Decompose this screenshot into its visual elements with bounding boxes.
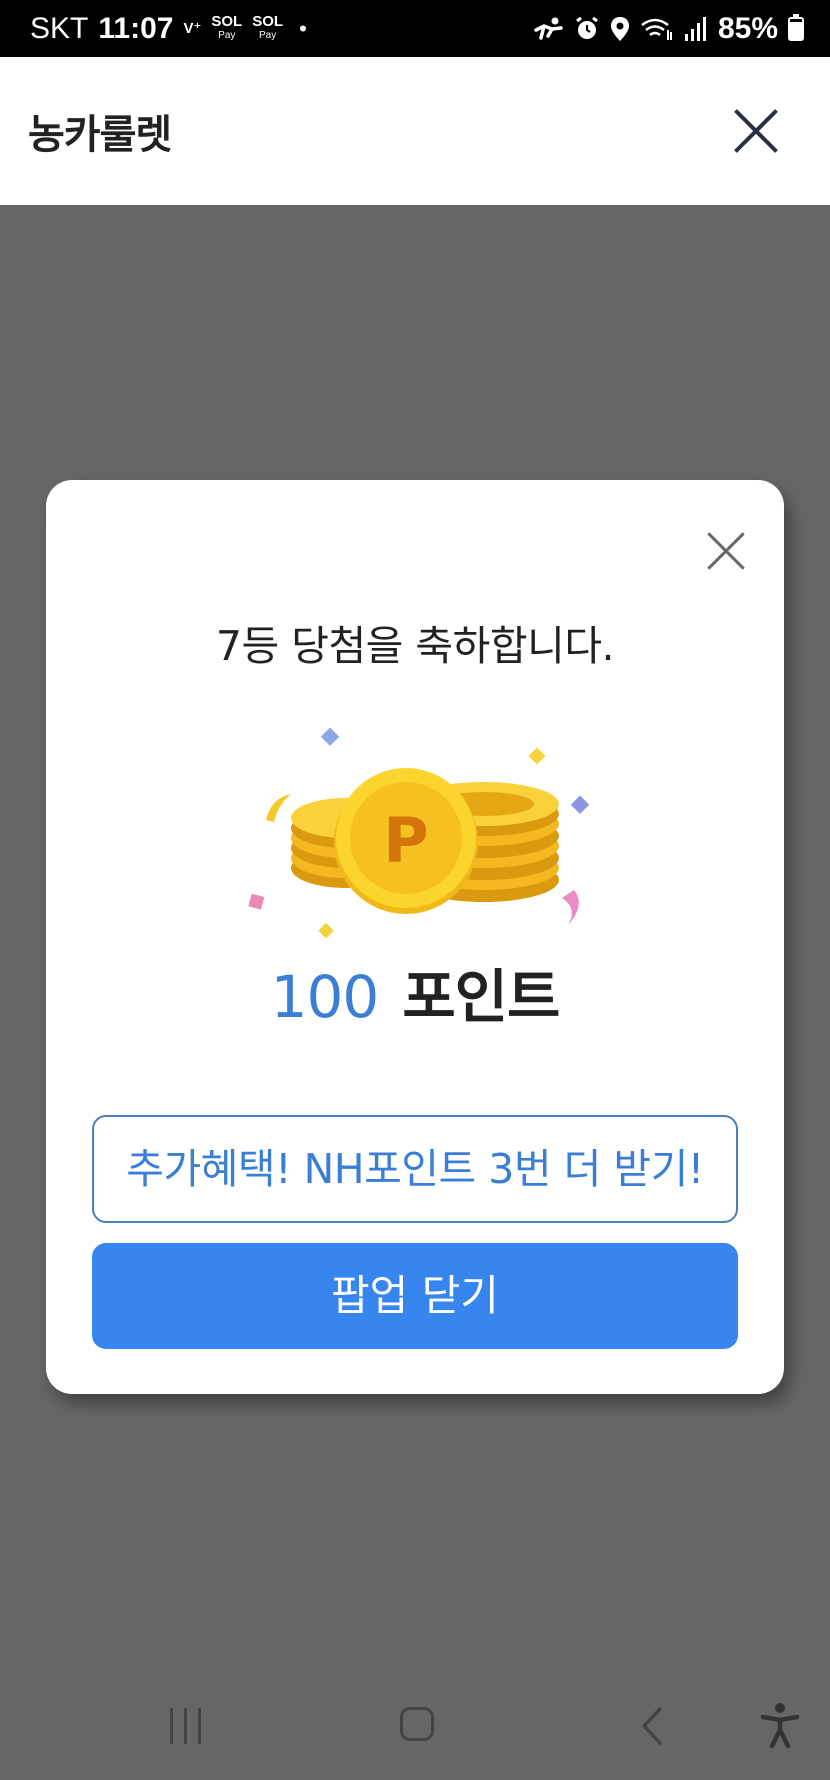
status-right: 85% (534, 12, 804, 46)
coin-front: P (334, 768, 478, 914)
clock: 11:07 (98, 11, 174, 45)
navigation-bar (0, 1680, 830, 1780)
back-icon[interactable] (636, 1706, 670, 1746)
confetti-yellow-arc (266, 794, 291, 822)
volte-icon: V⁺ (183, 19, 202, 37)
coin-letter: P (383, 804, 428, 877)
sol-pay-icon: SOL Pay (211, 12, 243, 43)
recents-bar (170, 1708, 173, 1744)
confetti-blue-2 (570, 795, 590, 814)
confetti-blue (320, 727, 340, 746)
carrier-label: SKT (30, 11, 89, 45)
close-icon[interactable] (732, 107, 780, 155)
app-header: 농카룰렛 (0, 57, 830, 205)
recents-bar (184, 1708, 187, 1744)
points-unit: 포인트 (402, 963, 560, 1031)
alarm-icon (576, 16, 598, 39)
result-popup: 7등 당첨을 축하합니다. P 100 포인트 추가혜택! NH포인트 3번 더… (46, 480, 784, 1394)
confetti-yellow (528, 747, 546, 765)
sol-pay-label: SOL (252, 12, 284, 30)
accessibility-icon[interactable] (760, 1702, 800, 1748)
confetti-pink-arc (562, 890, 579, 925)
signal-icon (684, 16, 706, 41)
points-row: 100 포인트 (46, 950, 784, 1034)
congratulation-message: 7등 당첨을 축하합니다. (215, 622, 615, 670)
page-title: 농카룰렛 (28, 112, 172, 158)
extra-benefit-button[interactable]: 추가혜택! NH포인트 3번 더 받기! (92, 1115, 738, 1223)
sol-pay-icon: SOL Pay (252, 12, 284, 43)
battery-fill (790, 21, 802, 39)
coin-stack-illustration: P (248, 727, 590, 939)
confetti-yellow-2 (318, 922, 334, 939)
sol-pay-label: SOL (211, 12, 243, 30)
confetti-pink (248, 893, 265, 910)
battery-percent: 85% (717, 11, 778, 45)
home-icon[interactable] (400, 1707, 434, 1741)
activity-icon (534, 17, 563, 40)
close-popup-button[interactable]: 팝업 닫기 (92, 1243, 738, 1349)
status-bar: SKT 11:07 V⁺ SOL Pay SOL Pay • 85% (0, 0, 830, 57)
sol-pay-sub: Pay (259, 29, 277, 41)
recents-bar (198, 1708, 201, 1744)
wifi-icon (641, 18, 672, 40)
recents-icon[interactable] (168, 1708, 204, 1744)
sol-pay-sub: Pay (218, 29, 236, 41)
battery-icon (788, 13, 804, 41)
notification-dot: • (299, 15, 307, 41)
popup-close-icon[interactable] (701, 526, 751, 576)
status-left: SKT 11:07 V⁺ SOL Pay SOL Pay • (30, 12, 307, 46)
location-icon (610, 16, 629, 41)
points-value: 100 (270, 963, 380, 1031)
